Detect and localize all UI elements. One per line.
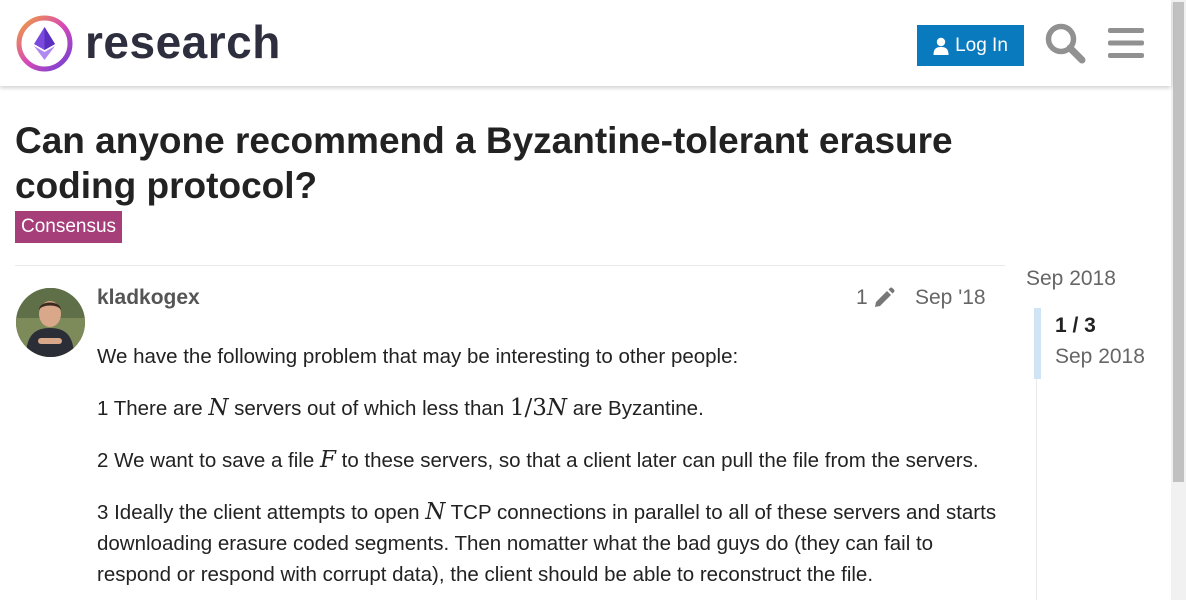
timeline-start-date[interactable]: Sep 2018 [1026,267,1116,291]
math-f: F [319,447,336,473]
math-n: N [546,395,568,421]
math-n: N [208,395,229,421]
post-body: We have the following problem that may b… [97,341,1002,611]
math-fraction: 1/3 [509,395,547,421]
timeline-handle[interactable] [1034,308,1041,379]
site-name[interactable]: research [85,14,281,70]
login-button[interactable]: Log In [917,25,1024,66]
pencil-icon [874,287,895,307]
post-paragraph: We have the following problem that may b… [97,345,739,368]
site-header: research Log In [0,0,1171,86]
post-date[interactable]: Sep '18 [915,286,986,310]
topic-title[interactable]: Can anyone recommend a Byzantine-toleran… [15,118,1015,208]
user-icon [933,37,949,55]
edit-history-button[interactable]: 1 [856,286,895,310]
timeline-current-date: Sep 2018 [1055,345,1145,368]
post-username[interactable]: kladkogex [97,286,200,310]
site-logo[interactable] [16,15,73,72]
search-icon[interactable] [1044,22,1086,64]
post-paragraph: 2 We want to save a file F to these serv… [97,447,979,473]
page-scrollbar[interactable] [1171,0,1186,600]
post-paragraph: 1 There are N servers out of which less … [97,395,704,421]
hamburger-menu-icon[interactable] [1107,24,1145,62]
post-paragraph: 3 Ideally the client attempts to open N … [97,499,997,586]
math-n: N [425,499,446,525]
timeline-progress: 1 / 3 [1055,314,1096,337]
edit-count: 1 [856,286,868,309]
divider [15,265,1005,266]
category-badge[interactable]: Consensus [15,211,123,243]
scrollbar-thumb[interactable] [1173,2,1184,482]
avatar[interactable] [16,288,85,357]
login-label: Log In [955,34,1008,56]
